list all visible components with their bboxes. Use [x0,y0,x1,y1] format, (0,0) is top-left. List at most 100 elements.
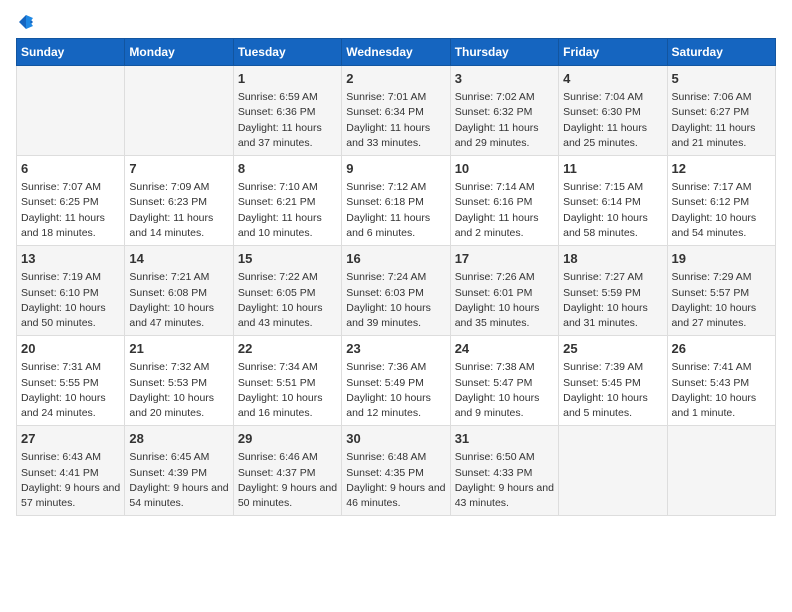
calendar-cell: 7 Sunrise: 7:09 AM Sunset: 6:23 PM Daylig… [125,156,233,246]
calendar-cell: 14 Sunrise: 7:21 AM Sunset: 6:08 PM Dayli… [125,246,233,336]
calendar-week-row: 6 Sunrise: 7:07 AM Sunset: 6:25 PM Daylig… [17,156,776,246]
cell-content: Sunrise: 6:43 AM Sunset: 4:41 PM Dayligh… [21,450,120,511]
cell-content: Sunrise: 6:59 AM Sunset: 6:36 PM Dayligh… [238,90,337,151]
calendar-cell: 25 Sunrise: 7:39 AM Sunset: 5:45 PM Dayli… [559,336,667,426]
calendar-cell: 30 Sunrise: 6:48 AM Sunset: 4:35 PM Dayli… [342,426,450,516]
calendar-cell: 16Sunrise: 7:24 AM Sunset: 6:03 PM Dayli… [342,246,450,336]
calendar-cell: 1 Sunrise: 6:59 AM Sunset: 6:36 PM Daylig… [233,66,341,156]
day-of-week-header: Friday [559,39,667,66]
calendar-cell: 21 Sunrise: 7:32 AM Sunset: 5:53 PM Dayli… [125,336,233,426]
calendar-cell: 29Sunrise: 6:46 AM Sunset: 4:37 PM Dayli… [233,426,341,516]
day-number: 29 [238,430,337,448]
calendar-cell: 6 Sunrise: 7:07 AM Sunset: 6:25 PM Daylig… [17,156,125,246]
cell-content: Sunrise: 7:39 AM Sunset: 5:45 PM Dayligh… [563,360,662,421]
calendar-cell: 12Sunrise: 7:17 AM Sunset: 6:12 PM Dayli… [667,156,775,246]
cell-content: Sunrise: 7:27 AM Sunset: 5:59 PM Dayligh… [563,270,662,331]
calendar-cell [667,426,775,516]
calendar-week-row: 1 Sunrise: 6:59 AM Sunset: 6:36 PM Daylig… [17,66,776,156]
calendar-cell: 24 Sunrise: 7:38 AM Sunset: 5:47 PM Dayli… [450,336,558,426]
calendar-cell [125,66,233,156]
day-number: 18 [563,250,662,268]
calendar-week-row: 27 Sunrise: 6:43 AM Sunset: 4:41 PM Dayli… [17,426,776,516]
day-number: 28 [129,430,228,448]
calendar-cell: 28 Sunrise: 6:45 AM Sunset: 4:39 PM Dayli… [125,426,233,516]
cell-content: Sunrise: 7:41 AM Sunset: 5:43 PM Dayligh… [672,360,771,421]
day-number: 2 [346,70,445,88]
cell-content: Sunrise: 7:21 AM Sunset: 6:08 PM Dayligh… [129,270,228,331]
calendar-cell: 27 Sunrise: 6:43 AM Sunset: 4:41 PM Dayli… [17,426,125,516]
day-of-week-header: Monday [125,39,233,66]
day-number: 25 [563,340,662,358]
cell-content: Sunrise: 7:12 AM Sunset: 6:18 PM Dayligh… [346,180,445,241]
day-of-week-header: Saturday [667,39,775,66]
logo [16,16,34,30]
cell-content: Sunrise: 7:10 AM Sunset: 6:21 PM Dayligh… [238,180,337,241]
day-number: 23 [346,340,445,358]
calendar-cell: 13 Sunrise: 7:19 AM Sunset: 6:10 PM Dayli… [17,246,125,336]
calendar-cell [559,426,667,516]
cell-content: Sunrise: 7:32 AM Sunset: 5:53 PM Dayligh… [129,360,228,421]
calendar-cell: 2 Sunrise: 7:01 AM Sunset: 6:34 PM Daylig… [342,66,450,156]
day-number: 21 [129,340,228,358]
day-number: 5 [672,70,771,88]
calendar-cell: 22 Sunrise: 7:34 AM Sunset: 5:51 PM Dayli… [233,336,341,426]
cell-content: Sunrise: 7:07 AM Sunset: 6:25 PM Dayligh… [21,180,120,241]
calendar-cell: 26 Sunrise: 7:41 AM Sunset: 5:43 PM Dayli… [667,336,775,426]
day-number: 26 [672,340,771,358]
calendar-cell: 5 Sunrise: 7:06 AM Sunset: 6:27 PM Daylig… [667,66,775,156]
cell-content: Sunrise: 7:06 AM Sunset: 6:27 PM Dayligh… [672,90,771,151]
cell-content: Sunrise: 7:36 AM Sunset: 5:49 PM Dayligh… [346,360,445,421]
calendar-cell [17,66,125,156]
day-number: 13 [21,250,120,268]
cell-content: Sunrise: 7:34 AM Sunset: 5:51 PM Dayligh… [238,360,337,421]
day-number: 24 [455,340,554,358]
cell-content: Sunrise: 7:01 AM Sunset: 6:34 PM Dayligh… [346,90,445,151]
day-number: 27 [21,430,120,448]
day-of-week-header: Thursday [450,39,558,66]
day-number: 17 [455,250,554,268]
day-number: 30 [346,430,445,448]
day-number: 3 [455,70,554,88]
day-number: 22 [238,340,337,358]
cell-content: Sunrise: 7:31 AM Sunset: 5:55 PM Dayligh… [21,360,120,421]
cell-content: Sunrise: 7:24 AM Sunset: 6:03 PM Dayligh… [346,270,445,331]
day-number: 6 [21,160,120,178]
logo-flag-icon [18,14,34,30]
cell-content: Sunrise: 7:14 AM Sunset: 6:16 PM Dayligh… [455,180,554,241]
day-number: 19 [672,250,771,268]
day-number: 9 [346,160,445,178]
calendar-cell: 19 Sunrise: 7:29 AM Sunset: 5:57 PM Dayli… [667,246,775,336]
calendar-cell: 17 Sunrise: 7:26 AM Sunset: 6:01 PM Dayli… [450,246,558,336]
cell-content: Sunrise: 6:45 AM Sunset: 4:39 PM Dayligh… [129,450,228,511]
calendar-cell: 31 Sunrise: 6:50 AM Sunset: 4:33 PM Dayli… [450,426,558,516]
calendar-cell: 4 Sunrise: 7:04 AM Sunset: 6:30 PM Daylig… [559,66,667,156]
calendar-week-row: 20 Sunrise: 7:31 AM Sunset: 5:55 PM Dayli… [17,336,776,426]
calendar-cell: 18 Sunrise: 7:27 AM Sunset: 5:59 PM Dayli… [559,246,667,336]
cell-content: Sunrise: 7:04 AM Sunset: 6:30 PM Dayligh… [563,90,662,151]
cell-content: Sunrise: 6:50 AM Sunset: 4:33 PM Dayligh… [455,450,554,511]
page-header [16,16,776,30]
day-number: 4 [563,70,662,88]
cell-content: Sunrise: 7:19 AM Sunset: 6:10 PM Dayligh… [21,270,120,331]
day-number: 1 [238,70,337,88]
cell-content: Sunrise: 7:09 AM Sunset: 6:23 PM Dayligh… [129,180,228,241]
calendar-week-row: 13 Sunrise: 7:19 AM Sunset: 6:10 PM Dayli… [17,246,776,336]
day-number: 31 [455,430,554,448]
day-number: 12 [672,160,771,178]
cell-content: Sunrise: 6:48 AM Sunset: 4:35 PM Dayligh… [346,450,445,511]
day-number: 8 [238,160,337,178]
calendar-cell: 15Sunrise: 7:22 AM Sunset: 6:05 PM Dayli… [233,246,341,336]
cell-content: Sunrise: 7:38 AM Sunset: 5:47 PM Dayligh… [455,360,554,421]
calendar-cell: 10 Sunrise: 7:14 AM Sunset: 6:16 PM Dayli… [450,156,558,246]
cell-content: Sunrise: 7:02 AM Sunset: 6:32 PM Dayligh… [455,90,554,151]
calendar-header-row: SundayMondayTuesdayWednesdayThursdayFrid… [17,39,776,66]
day-number: 20 [21,340,120,358]
day-number: 10 [455,160,554,178]
cell-content: Sunrise: 7:29 AM Sunset: 5:57 PM Dayligh… [672,270,771,331]
calendar-cell: 3 Sunrise: 7:02 AM Sunset: 6:32 PM Daylig… [450,66,558,156]
day-number: 14 [129,250,228,268]
day-of-week-header: Wednesday [342,39,450,66]
cell-content: Sunrise: 7:26 AM Sunset: 6:01 PM Dayligh… [455,270,554,331]
calendar-table: SundayMondayTuesdayWednesdayThursdayFrid… [16,38,776,516]
day-number: 7 [129,160,228,178]
